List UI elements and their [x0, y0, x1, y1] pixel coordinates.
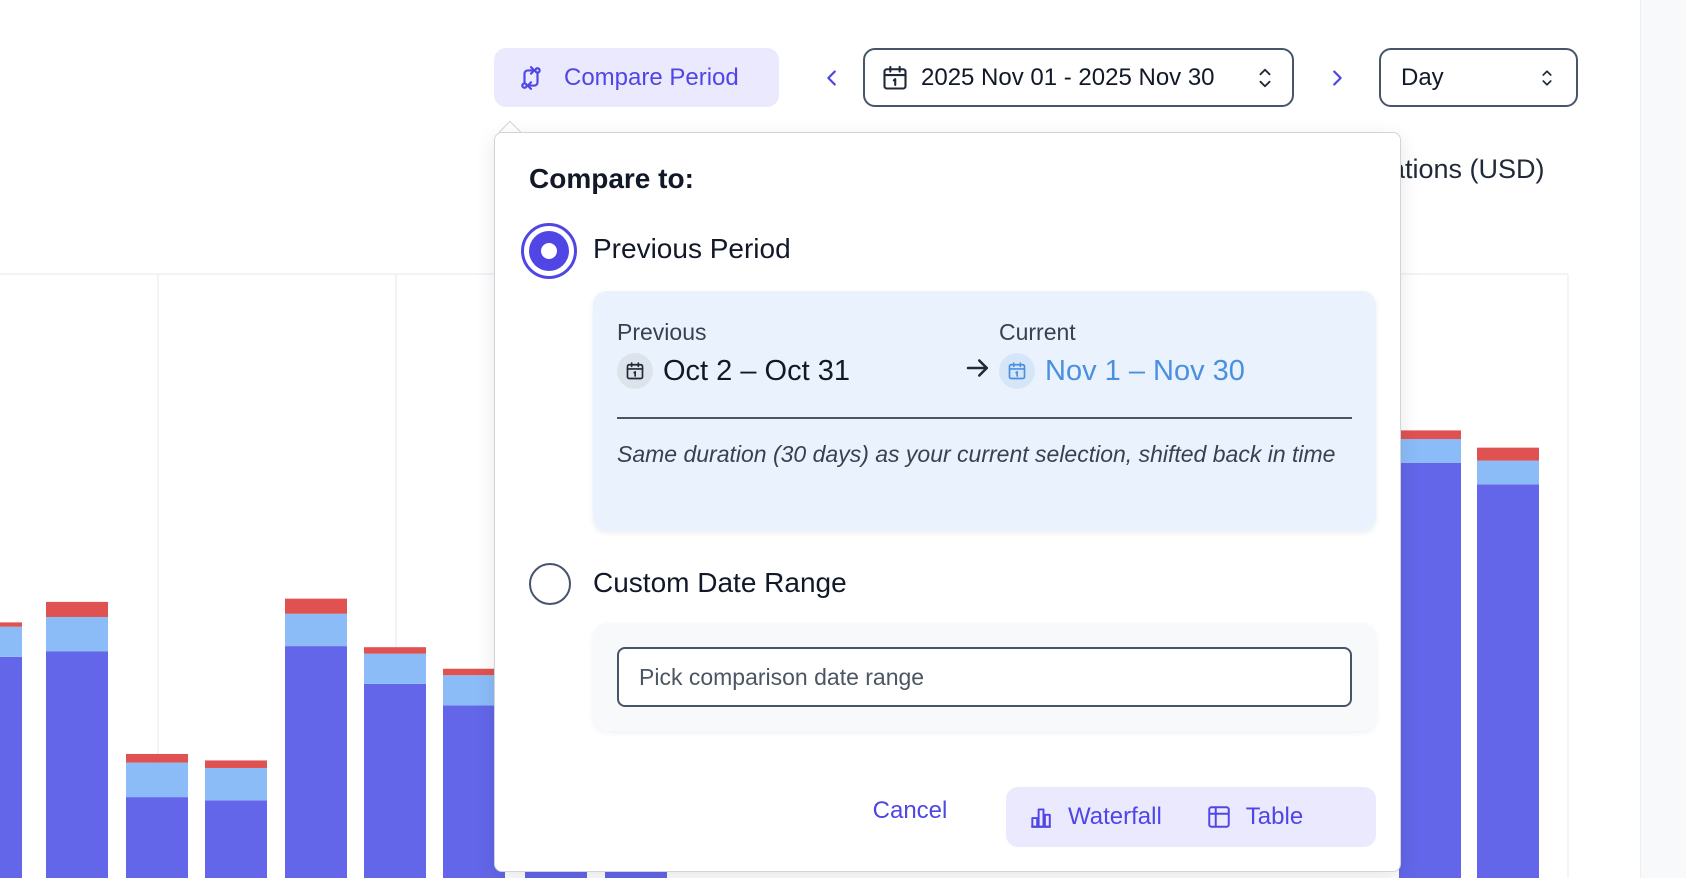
bar-segment: [364, 647, 426, 654]
compare-period-button[interactable]: Compare Period: [494, 48, 779, 107]
calendar-icon: [999, 353, 1035, 389]
table-button[interactable]: Table: [1184, 787, 1325, 847]
waterfall-button[interactable]: Waterfall: [1006, 787, 1184, 847]
bar-segment: [285, 598, 347, 614]
page-right-edge: [1640, 0, 1686, 878]
table-icon: [1208, 806, 1230, 828]
bar-segment: [1399, 439, 1461, 463]
bar-segment: [126, 753, 188, 763]
previous-period-label[interactable]: Previous Period: [593, 233, 791, 265]
custom-range-radio[interactable]: [529, 563, 571, 605]
compare-popover: Compare to: Previous Period Previous Oct…: [494, 132, 1401, 872]
bar-segment: [1399, 430, 1461, 440]
next-range-button[interactable]: [1317, 58, 1357, 98]
bar-segment: [364, 683, 426, 878]
bar-segment: [285, 646, 347, 878]
popover-title: Compare to:: [529, 163, 694, 194]
cancel-button[interactable]: Cancel: [855, 781, 965, 841]
previous-period-card: Previous Oct 2 – Oct 31 Current Nov 1 – …: [593, 291, 1376, 531]
bar-segment: [205, 767, 267, 801]
chevron-left-icon: [827, 70, 836, 86]
current-range-value: Nov 1 – Nov 30: [1045, 354, 1245, 387]
apply-actions-group: Waterfall Table: [1006, 787, 1376, 847]
bar-segment: [46, 616, 108, 652]
previous-range: Oct 2 – Oct 31: [617, 353, 850, 389]
chart-title: ations (USD): [1390, 154, 1545, 184]
compare-period-label: Compare Period: [564, 63, 739, 91]
bar-segment: [1477, 484, 1539, 878]
calendar-icon: [883, 65, 907, 90]
table-label: Table: [1245, 803, 1304, 830]
bar-segment: [126, 762, 188, 798]
granularity-value: Day: [1401, 63, 1444, 91]
bar-segment: [0, 656, 22, 878]
previous-range-button[interactable]: [812, 58, 852, 98]
previous-period-radio[interactable]: [521, 223, 577, 279]
bar-segment: [46, 601, 108, 617]
bar-segment: [46, 651, 108, 878]
bar-segment: [285, 613, 347, 647]
waterfall-label: Waterfall: [1068, 803, 1162, 830]
bar-chart-icon: [1031, 808, 1051, 828]
calendar-icon: [617, 353, 653, 389]
custom-range-card: [593, 623, 1376, 731]
comparison-date-range-input[interactable]: [617, 647, 1352, 707]
arrow-right-icon: [966, 359, 988, 377]
chevron-up-down-icon: [1259, 68, 1271, 87]
previous-caption: Previous: [617, 319, 707, 345]
current-caption: Current: [999, 319, 1076, 345]
bar-segment: [1477, 447, 1539, 461]
bar-segment: [1477, 460, 1539, 485]
bar-segment: [364, 653, 426, 684]
date-range-select[interactable]: 2025 Nov 01 - 2025 Nov 30: [863, 48, 1294, 107]
chevron-up-down-icon: [1542, 69, 1552, 86]
custom-range-label[interactable]: Custom Date Range: [593, 567, 847, 599]
bar-segment: [205, 760, 267, 768]
bar-segment: [126, 797, 188, 878]
bar-segment: [1399, 462, 1461, 878]
current-range: Nov 1 – Nov 30: [999, 353, 1245, 389]
previous-period-note: Same duration (30 days) as your current …: [617, 441, 1336, 467]
chevron-right-icon: [1333, 70, 1342, 86]
previous-range-value: Oct 2 – Oct 31: [663, 354, 850, 387]
card-divider: [617, 417, 1352, 419]
bar-segment: [205, 800, 267, 878]
bar-segment: [0, 622, 22, 627]
date-range-value: 2025 Nov 01 - 2025 Nov 30: [921, 63, 1215, 91]
bar-segment: [0, 626, 22, 657]
granularity-select[interactable]: Day: [1379, 48, 1578, 107]
compare-arrows-icon: [521, 65, 541, 90]
